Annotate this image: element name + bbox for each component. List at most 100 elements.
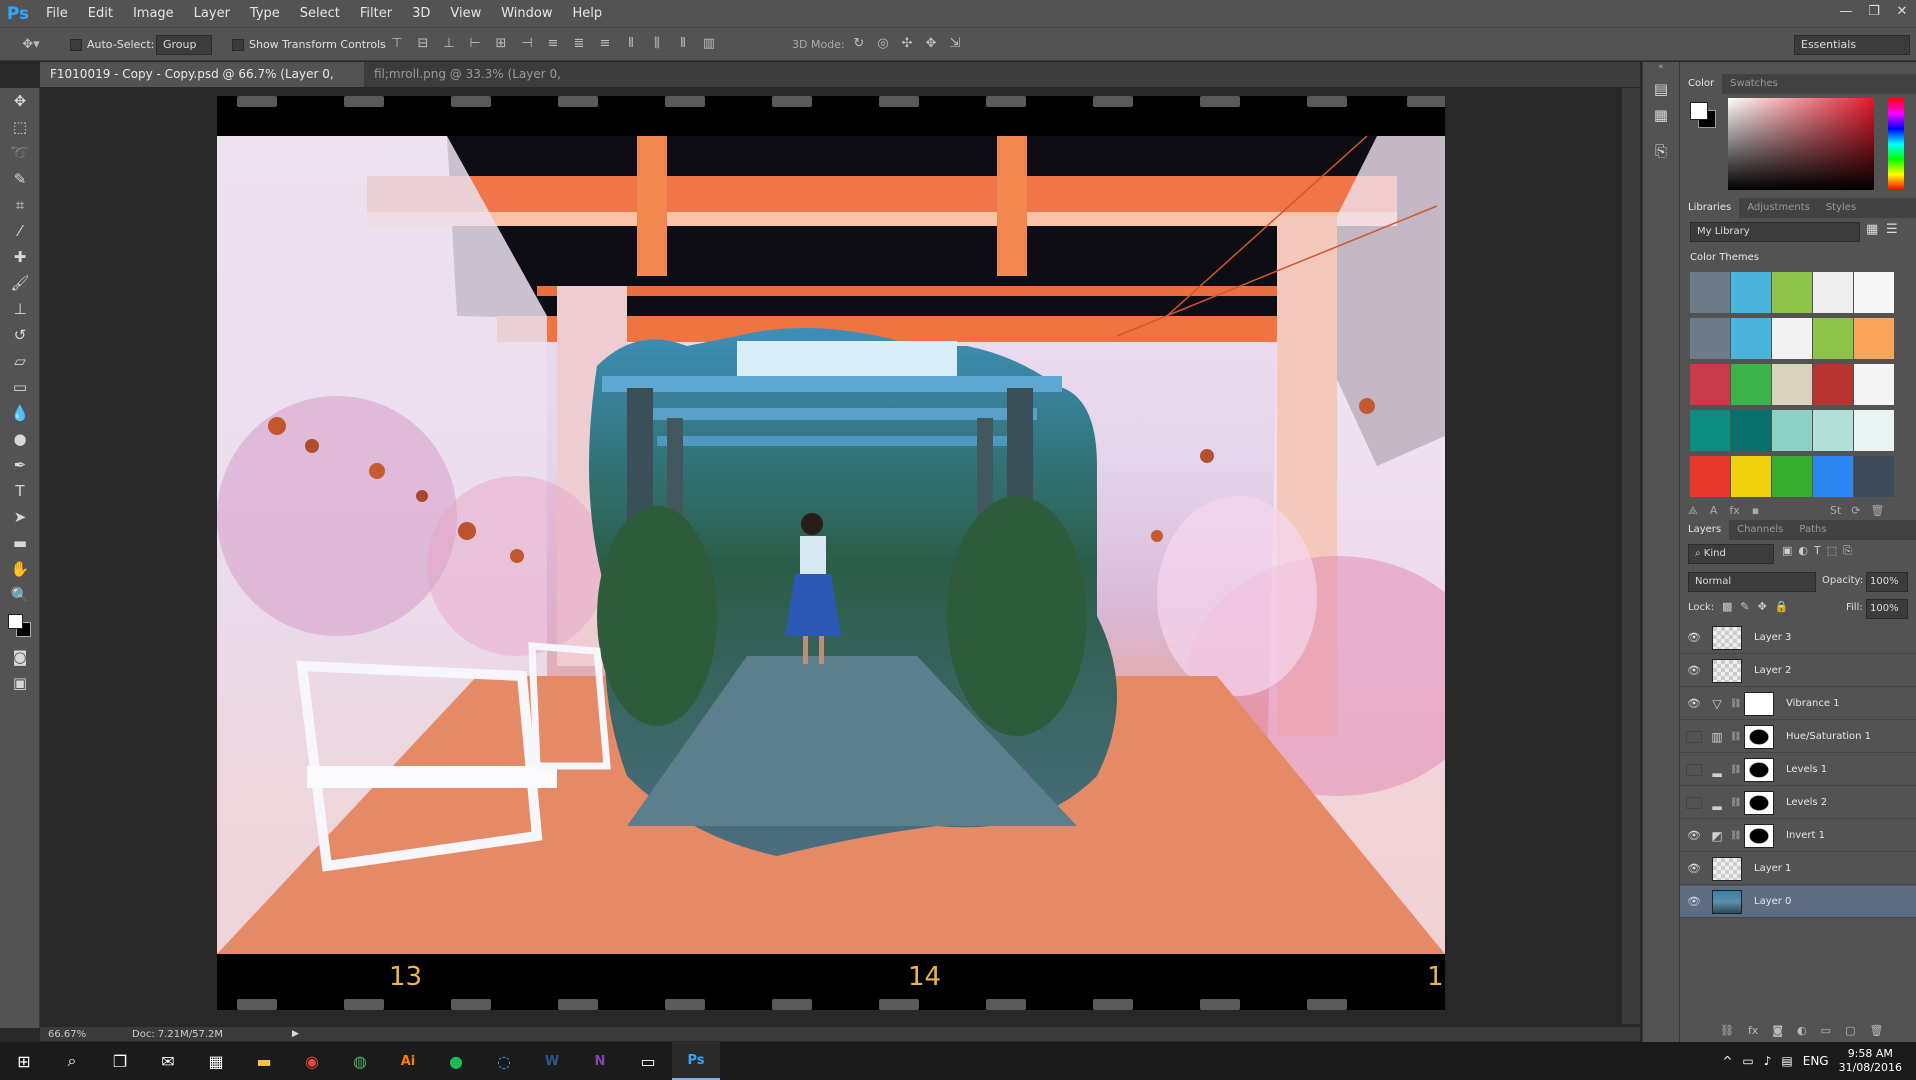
theme-color-swatch[interactable]: [1813, 364, 1853, 405]
auto-align-icon[interactable]: ▥: [698, 36, 720, 51]
hand-tool-icon[interactable]: ✋: [0, 556, 40, 582]
history-brush-tool-icon[interactable]: ↺: [0, 322, 40, 348]
layer-row[interactable]: ▂ ⛓ Levels 1: [1680, 754, 1916, 786]
theme-color-swatch[interactable]: [1772, 272, 1812, 313]
visibility-eye-icon[interactable]: 👁: [1686, 862, 1702, 875]
messenger-icon[interactable]: ◌: [480, 1042, 528, 1080]
tab-layers[interactable]: Layers: [1680, 520, 1730, 540]
stock-icon[interactable]: St: [1830, 504, 1841, 517]
3d-drag-icon[interactable]: ✣: [896, 36, 918, 51]
visibility-eye-icon[interactable]: 👁: [1686, 697, 1702, 710]
collapse-dock-icon[interactable]: «: [1643, 62, 1679, 76]
illustrator-icon[interactable]: Ai: [384, 1042, 432, 1080]
theme-color-swatch[interactable]: [1854, 272, 1894, 313]
onenote-icon[interactable]: N: [576, 1042, 624, 1080]
theme-color-swatch[interactable]: [1772, 364, 1812, 405]
terminal-icon[interactable]: ▭: [624, 1042, 672, 1080]
layer-row[interactable]: ▥ ⛓ Hue/Saturation 1: [1680, 721, 1916, 753]
fill-input[interactable]: 100%: [1866, 599, 1908, 619]
theme-color-swatch[interactable]: [1731, 410, 1771, 451]
align-right-icon[interactable]: ⊣: [516, 36, 538, 51]
theme-color-swatch[interactable]: [1690, 364, 1730, 405]
theme-color-swatch[interactable]: [1854, 364, 1894, 405]
layer-row[interactable]: 👁 Layer 0: [1680, 886, 1916, 918]
theme-color-swatch[interactable]: [1813, 272, 1853, 313]
volume-icon[interactable]: ♪: [1764, 1054, 1772, 1068]
network-icon[interactable]: ▭: [1742, 1054, 1753, 1068]
3d-slide-icon[interactable]: ✥: [920, 36, 942, 51]
close-button[interactable]: ✕: [1888, 0, 1916, 22]
menu-layer[interactable]: Layer: [184, 0, 240, 27]
visibility-eye-icon[interactable]: 👁: [1686, 829, 1702, 842]
tab-libraries[interactable]: Libraries: [1680, 198, 1740, 218]
distribute-bottom-icon[interactable]: ≡: [594, 36, 616, 51]
dodge-tool-icon[interactable]: ●: [0, 426, 40, 452]
eraser-tool-icon[interactable]: ▱: [0, 348, 40, 374]
trash-icon[interactable]: 🗑: [1871, 504, 1885, 517]
new-adjustment-icon[interactable]: ◐: [1797, 1024, 1807, 1037]
mask-link-icon[interactable]: ⛓: [1730, 798, 1741, 808]
auto-select-checkbox[interactable]: [70, 39, 82, 51]
zoom-tool-icon[interactable]: 🔍: [0, 582, 40, 608]
distribute-vcenter-icon[interactable]: ≣: [568, 36, 590, 51]
hue-slider[interactable]: [1888, 98, 1904, 190]
language-indicator[interactable]: ENG: [1803, 1054, 1829, 1068]
theme-color-swatch[interactable]: [1813, 318, 1853, 359]
align-hcenter-icon[interactable]: ⊞: [490, 36, 512, 51]
color-field[interactable]: [1728, 98, 1874, 190]
filter-pixel-icon[interactable]: ▣: [1782, 544, 1792, 558]
layer-style-icon[interactable]: fx: [1748, 1024, 1758, 1037]
status-menu-arrow-icon[interactable]: ▶: [292, 1029, 299, 1039]
calendar-icon[interactable]: ▦: [192, 1042, 240, 1080]
menu-type[interactable]: Type: [240, 0, 290, 27]
theme-color-swatch[interactable]: [1731, 456, 1771, 497]
start-icon[interactable]: ⊞: [0, 1042, 48, 1080]
3d-scale-icon[interactable]: ⇲: [944, 36, 966, 51]
spotify-icon[interactable]: ●: [432, 1042, 480, 1080]
quick-select-tool-icon[interactable]: ✎: [0, 166, 40, 192]
distribute-top-icon[interactable]: ≡: [542, 36, 564, 51]
opacity-input[interactable]: 100%: [1866, 572, 1908, 592]
path-select-tool-icon[interactable]: ➤: [0, 504, 40, 530]
tab-color[interactable]: Color: [1680, 74, 1723, 94]
layer-mask-thumbnail[interactable]: [1744, 823, 1774, 848]
new-group-icon[interactable]: ▭: [1821, 1024, 1831, 1037]
new-layer-icon[interactable]: ▢: [1845, 1024, 1855, 1037]
menu-edit[interactable]: Edit: [78, 0, 123, 27]
layer-row[interactable]: 👁 Layer 1: [1680, 853, 1916, 885]
3d-roll-icon[interactable]: ◎: [872, 36, 894, 51]
distribute-right-icon[interactable]: ⫴: [672, 36, 694, 51]
add-mask-icon[interactable]: ◙: [1772, 1024, 1783, 1037]
theme-color-swatch[interactable]: [1813, 456, 1853, 497]
3d-rotate-icon[interactable]: ↻: [848, 36, 870, 51]
lock-position-icon[interactable]: ✥: [1758, 600, 1767, 613]
tab-filmroll[interactable]: fil;mroll.png @ 33.3% (Layer 0, RGB/8#) …: [364, 62, 602, 106]
foreground-color-swatch[interactable]: [8, 614, 23, 629]
shape-tool-icon[interactable]: ▬: [0, 530, 40, 556]
menu-view[interactable]: View: [440, 0, 491, 27]
distribute-left-icon[interactable]: ⫴: [620, 36, 642, 51]
align-vcenter-icon[interactable]: ⊟: [412, 36, 434, 51]
workspace-dropdown[interactable]: Essentials: [1794, 35, 1910, 55]
clock[interactable]: 9:58 AM 31/08/2016: [1839, 1047, 1902, 1075]
add-layer-style-icon[interactable]: fx: [1729, 504, 1739, 518]
layer-row[interactable]: 👁 ◩ ⛓ Invert 1: [1680, 820, 1916, 852]
menu-filter[interactable]: Filter: [350, 0, 402, 27]
marquee-tool-icon[interactable]: ⬚: [0, 114, 40, 140]
tray-chevron-icon[interactable]: ^: [1722, 1054, 1732, 1068]
layer-mask-thumbnail[interactable]: [1744, 757, 1774, 782]
add-graphic-icon[interactable]: ⟁: [1688, 504, 1698, 518]
add-color-icon[interactable]: ▪: [1752, 504, 1759, 518]
blur-tool-icon[interactable]: 💧: [0, 400, 40, 426]
layer-row[interactable]: 👁 ▽ ⛓ Vibrance 1: [1680, 688, 1916, 720]
color-swatches[interactable]: [0, 608, 40, 644]
move-tool-icon[interactable]: ✥: [0, 88, 40, 114]
theme-color-swatch[interactable]: [1854, 456, 1894, 497]
clone-stamp-tool-icon[interactable]: ⊥: [0, 296, 40, 322]
lock-all-icon[interactable]: 🔒: [1775, 600, 1789, 613]
mail-icon[interactable]: ✉: [144, 1042, 192, 1080]
type-tool-icon[interactable]: T: [0, 478, 40, 504]
tab-swatches[interactable]: Swatches: [1722, 74, 1786, 94]
tab-active-document[interactable]: F1010019 - Copy - Copy.psd @ 66.7% (Laye…: [40, 62, 364, 106]
theme-color-swatch[interactable]: [1813, 410, 1853, 451]
